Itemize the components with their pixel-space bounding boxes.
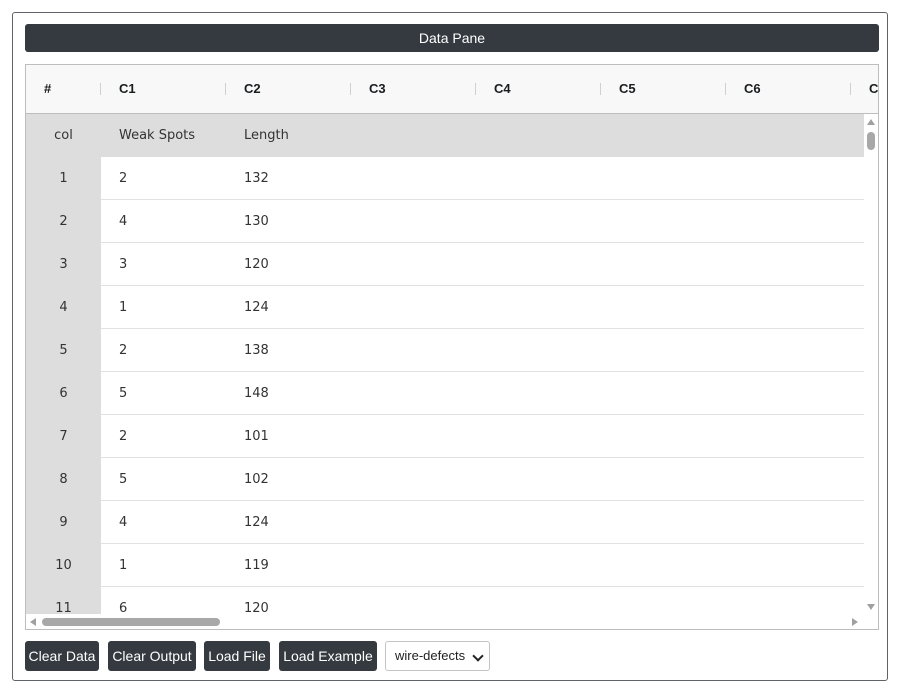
table-row: 9 4 124 [26, 501, 864, 544]
column-resize-handle[interactable] [725, 83, 726, 95]
column-header-c4[interactable]: C4 [494, 65, 511, 113]
data-cell-c2[interactable]: 148 [244, 372, 269, 415]
table-row: 2 4 130 [26, 200, 864, 243]
grid-header-row: # C1 C2 C3 C4 C5 C6 C7 [26, 65, 878, 114]
chevron-down-icon [472, 650, 484, 662]
arrow-up-icon[interactable] [867, 119, 875, 125]
column-header-c5[interactable]: C5 [619, 65, 636, 113]
data-cell-c2[interactable]: 132 [244, 157, 269, 200]
table-row: 1 2 132 [26, 157, 864, 200]
row-index-cell: 7 [26, 415, 101, 458]
data-cell-c1[interactable]: 5 [119, 458, 127, 501]
column-resize-handle[interactable] [100, 83, 101, 95]
load-file-button[interactable]: Load File [204, 641, 270, 671]
table-row: 10 1 119 [26, 544, 864, 587]
data-cell-c2[interactable]: 119 [244, 544, 269, 587]
column-resize-handle[interactable] [850, 83, 851, 95]
row-index-cell: 9 [26, 501, 101, 544]
row-index-cell: 5 [26, 329, 101, 372]
label-cell-c1[interactable]: Weak Spots [119, 114, 195, 157]
data-cell-c1[interactable]: 4 [119, 200, 127, 243]
data-cell-c2[interactable]: 138 [244, 329, 269, 372]
table-row: 11 6 120 [26, 587, 864, 614]
data-cell-c2[interactable]: 130 [244, 200, 269, 243]
data-cell-c2[interactable]: 124 [244, 286, 269, 329]
column-header-c3[interactable]: C3 [369, 65, 386, 113]
column-resize-handle[interactable] [600, 83, 601, 95]
data-cell-c1[interactable]: 6 [119, 587, 127, 614]
arrow-down-icon[interactable] [867, 604, 875, 610]
data-cell-c1[interactable]: 2 [119, 415, 127, 458]
horizontal-scrollbar[interactable] [26, 614, 878, 629]
arrow-left-icon[interactable] [30, 618, 36, 626]
data-cell-c2[interactable]: 124 [244, 501, 269, 544]
table-row: 7 2 101 [26, 415, 864, 458]
data-cell-c1[interactable]: 4 [119, 501, 127, 544]
data-grid: # C1 C2 C3 C4 C5 C6 C7 col Weak Spots Le… [25, 64, 879, 630]
table-row: 5 2 138 [26, 329, 864, 372]
data-cell-c2[interactable]: 120 [244, 243, 269, 286]
column-resize-handle[interactable] [225, 83, 226, 95]
column-resize-handle[interactable] [350, 83, 351, 95]
row-index-cell: 10 [26, 544, 101, 587]
row-index-cell: 6 [26, 372, 101, 415]
row-index-cell: 4 [26, 286, 101, 329]
data-cell-c2[interactable]: 120 [244, 587, 269, 614]
data-cell-c2[interactable]: 102 [244, 458, 269, 501]
example-select-value: wire-defects [395, 648, 466, 663]
row-index-cell: 3 [26, 243, 101, 286]
load-example-button[interactable]: Load Example [279, 641, 377, 671]
vertical-scroll-thumb[interactable] [867, 132, 875, 150]
table-row: 4 1 124 [26, 286, 864, 329]
column-label-row: col Weak Spots Length [26, 114, 864, 157]
table-row: 8 5 102 [26, 458, 864, 501]
row-index-cell: col [26, 114, 101, 157]
column-resize-handle[interactable] [475, 83, 476, 95]
clear-data-button[interactable]: Clear Data [25, 641, 99, 671]
row-index-cell: 11 [26, 587, 101, 614]
data-cell-c1[interactable]: 2 [119, 157, 127, 200]
row-index-cell: 2 [26, 200, 101, 243]
label-cell-c2[interactable]: Length [244, 114, 289, 157]
example-select[interactable]: wire-defects [385, 641, 490, 671]
row-index-cell: 8 [26, 458, 101, 501]
data-pane-title: Data Pane [25, 24, 879, 52]
clear-output-button[interactable]: Clear Output [108, 641, 196, 671]
data-cell-c1[interactable]: 2 [119, 329, 127, 372]
data-cell-c2[interactable]: 101 [244, 415, 269, 458]
arrow-right-icon[interactable] [852, 618, 858, 626]
data-cell-c1[interactable]: 1 [119, 544, 127, 587]
table-row: 6 5 148 [26, 372, 864, 415]
column-header-c1[interactable]: C1 [119, 65, 136, 113]
column-header-c7[interactable]: C7 [869, 65, 878, 113]
column-header-c6[interactable]: C6 [744, 65, 761, 113]
grid-body: col Weak Spots Length 1 2 132 2 4 130 3 … [26, 114, 864, 614]
horizontal-scroll-thumb[interactable] [42, 618, 220, 626]
table-row: 3 3 120 [26, 243, 864, 286]
vertical-scrollbar[interactable] [864, 114, 878, 614]
column-header-index[interactable]: # [44, 65, 51, 113]
column-header-c2[interactable]: C2 [244, 65, 261, 113]
data-cell-c1[interactable]: 1 [119, 286, 127, 329]
data-cell-c1[interactable]: 5 [119, 372, 127, 415]
row-index-cell: 1 [26, 157, 101, 200]
data-pane-container: Data Pane # C1 C2 C3 C4 C5 C6 C7 col Wea… [12, 12, 888, 681]
data-cell-c1[interactable]: 3 [119, 243, 127, 286]
